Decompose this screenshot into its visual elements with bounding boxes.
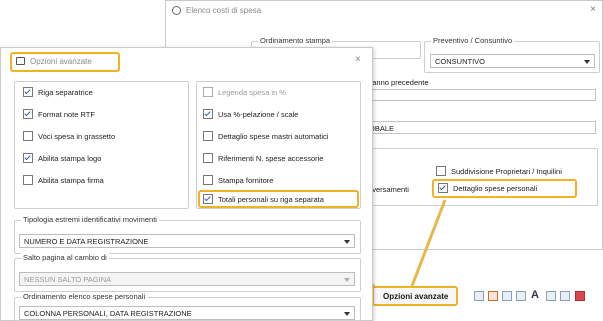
- checkbox-label: Totali personali su riga separata: [218, 194, 324, 204]
- ordinamento-spese-label: Ordinamento elenco spese personali: [21, 292, 148, 301]
- checkbox-label: Riga separatrice: [38, 87, 93, 97]
- checkbox-box: [203, 87, 213, 97]
- checkbox-label: Dettaglio spese mastri automatici: [218, 131, 329, 141]
- dialog-close-button[interactable]: ×: [355, 54, 361, 65]
- arrow-line-right: [410, 199, 447, 287]
- export-icon[interactable]: [502, 291, 512, 301]
- checkbox-box: [203, 175, 213, 185]
- checkbox-box: [203, 153, 213, 163]
- salto-pagina-value: NESSUN SALTO PAGINA: [24, 275, 112, 284]
- document-icon[interactable]: [546, 291, 556, 301]
- ordinamento-spese-group: Ordinamento elenco spese personali COLON…: [14, 292, 361, 321]
- riga-separatrice-checkbox[interactable]: Riga separatrice: [23, 85, 93, 99]
- print-icon[interactable]: [474, 291, 484, 301]
- totali-personali-checkbox[interactable]: Totali personali su riga separata: [203, 192, 324, 206]
- checkbox-label: Abilita stampa firma: [38, 175, 104, 185]
- ordinamento-spese-value: COLONNA PERSONALI, DATA REGISTRAZIONE: [24, 309, 192, 318]
- checkbox-box: [23, 153, 33, 163]
- left-options-panel: Riga separatrice Format note RTF Voci sp…: [14, 81, 189, 209]
- font-icon[interactable]: A: [531, 289, 539, 301]
- checkbox-label: Usa %-pelazione / scale: [218, 109, 299, 119]
- salto-pagina-label: Salto pagina al cambio di: [21, 253, 109, 262]
- opzioni-avanzate-button[interactable]: Opzioni avanzate: [372, 286, 458, 306]
- dialog-icon: [16, 57, 25, 65]
- checkbox-label: Voci spesa in grassetto: [38, 131, 116, 141]
- tipologia-select[interactable]: NUMERO E DATA REGISTRAZIONE: [19, 234, 355, 248]
- close-icon[interactable]: [575, 291, 585, 301]
- checkbox-box: [23, 87, 33, 97]
- riferimenti-spese-checkbox[interactable]: Riferimenti N. spese accessorie: [203, 151, 323, 165]
- checkbox-label: Abilita stampa logo: [38, 153, 102, 163]
- preview-icon[interactable]: [488, 291, 498, 301]
- tipologia-label: Tipologia estremi identificativi movimen…: [21, 215, 159, 224]
- checkbox-label: Riferimenti N. spese accessorie: [218, 153, 324, 163]
- dettaglio-mastri-checkbox[interactable]: Dettaglio spese mastri automatici: [203, 129, 328, 143]
- usa-pelazione-checkbox[interactable]: Usa %-pelazione / scale: [203, 107, 298, 121]
- opzioni-avanzate-label: Opzioni avanzate: [383, 292, 449, 301]
- salto-pagina-select[interactable]: NESSUN SALTO PAGINA: [19, 272, 355, 286]
- chevron-down-icon: [344, 278, 350, 282]
- right-options-panel: Legenda spesa in % Usa %-pelazione / sca…: [196, 81, 361, 209]
- checkbox-box: [23, 131, 33, 141]
- checkbox-box: [203, 109, 213, 119]
- legenda-spesa-checkbox[interactable]: Legenda spesa in %: [203, 85, 286, 99]
- ordinamento-spese-select[interactable]: COLONNA PERSONALI, DATA REGISTRAZIONE: [19, 306, 355, 320]
- chevron-down-icon: [344, 312, 350, 316]
- settings-icon[interactable]: [560, 291, 570, 301]
- advanced-options-dialog: Opzioni avanzate × Riga separatrice Form…: [0, 47, 373, 321]
- tipologia-group: Tipologia estremi identificativi movimen…: [14, 215, 361, 254]
- checkbox-label: Stampa fornitore: [218, 175, 274, 185]
- checkbox-box: [203, 194, 213, 204]
- salto-pagina-group: Salto pagina al cambio di NESSUN SALTO P…: [14, 253, 361, 292]
- tipologia-value: NUMERO E DATA REGISTRAZIONE: [24, 237, 149, 246]
- checkbox-label: Legenda spesa in %: [218, 87, 286, 97]
- checkbox-label: Format note RTF: [38, 109, 95, 119]
- format-note-rtf-checkbox[interactable]: Format note RTF: [23, 107, 95, 121]
- chevron-down-icon: [344, 240, 350, 244]
- abilita-stampa-firma-checkbox[interactable]: Abilita stampa firma: [23, 173, 104, 187]
- checkbox-box: [23, 175, 33, 185]
- checkbox-box: [23, 109, 33, 119]
- abilita-stampa-logo-checkbox[interactable]: Abilita stampa logo: [23, 151, 101, 165]
- copy-icon[interactable]: [516, 291, 526, 301]
- stampa-fornitore-checkbox[interactable]: Stampa fornitore: [203, 173, 273, 187]
- voci-spesa-grassetto-checkbox[interactable]: Voci spesa in grassetto: [23, 129, 115, 143]
- checkbox-box: [203, 131, 213, 141]
- dialog-title: Opzioni avanzate: [30, 57, 92, 66]
